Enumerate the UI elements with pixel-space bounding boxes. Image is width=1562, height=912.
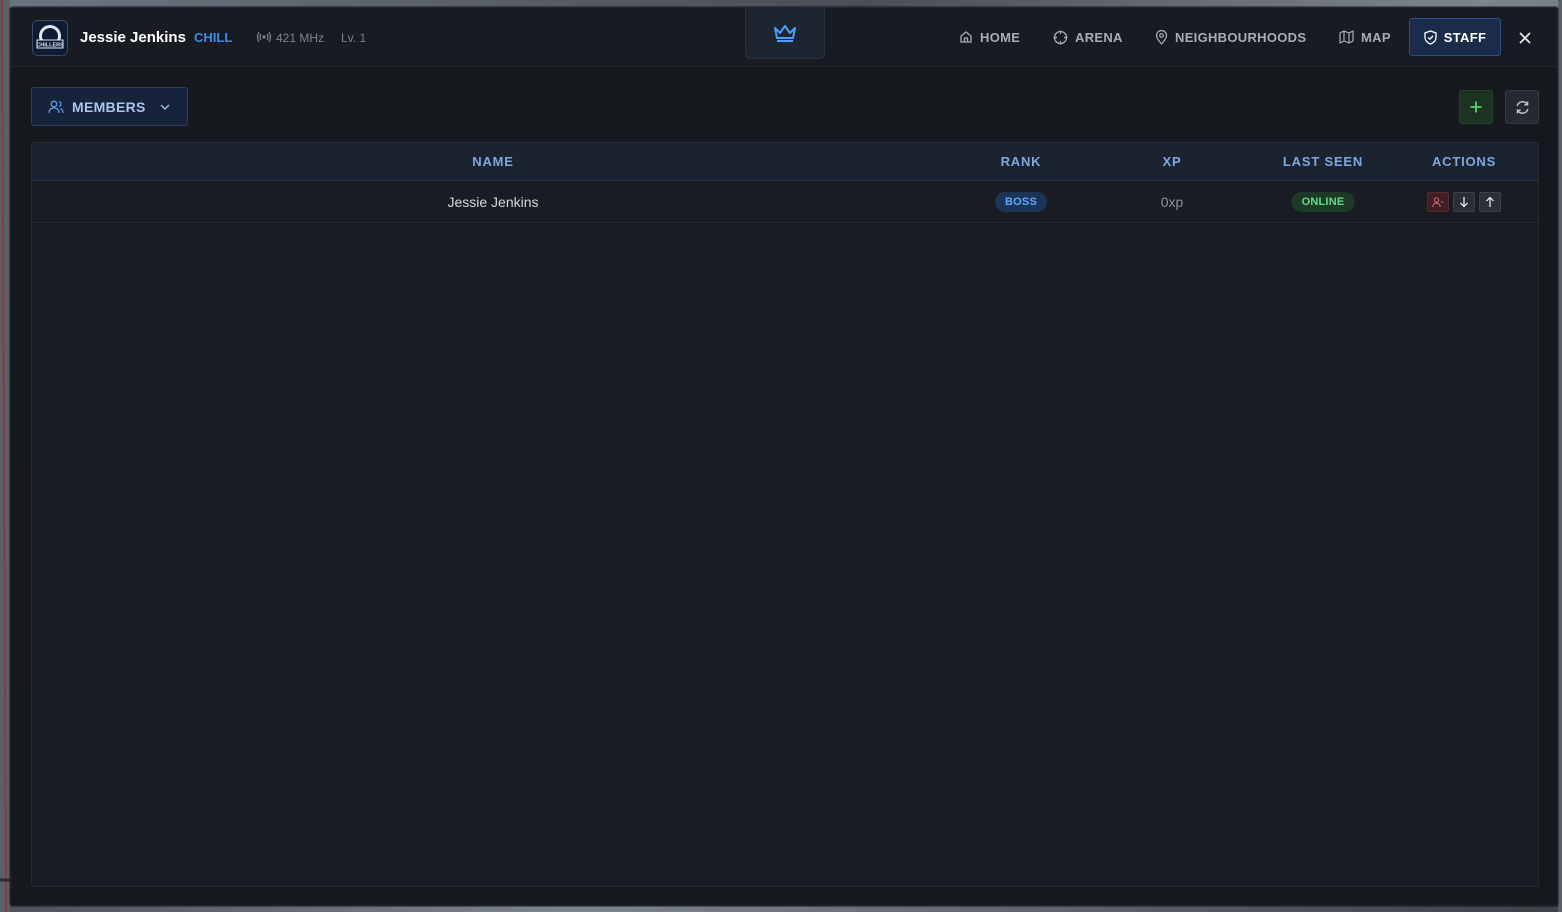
map-icon — [1339, 30, 1354, 44]
column-header-last-seen[interactable]: LAST SEEN — [1283, 154, 1363, 169]
nav-map[interactable]: MAP — [1329, 18, 1401, 56]
users-icon — [48, 100, 64, 113]
crosshair-icon — [1053, 30, 1068, 44]
nav-neighbourhoods-label: NEIGHBOURHOODS — [1175, 29, 1307, 45]
logo-text: CHILLERS — [36, 43, 64, 49]
column-header-xp[interactable]: XP — [1163, 154, 1182, 169]
plus-icon — [1470, 101, 1482, 113]
table-header: NAME RANK XP LAST SEEN ACTIONS — [32, 143, 1538, 181]
user-name: Jessie Jenkins — [80, 29, 186, 46]
nav-arena[interactable]: ARENA — [1043, 18, 1133, 56]
close-button[interactable] — [1514, 27, 1536, 49]
nav-staff-label: STAFF — [1443, 29, 1487, 45]
nav-staff[interactable]: STAFF — [1409, 18, 1501, 56]
arrow-down-icon — [1460, 197, 1468, 208]
home-icon — [960, 31, 972, 43]
demote-member-button[interactable] — [1453, 192, 1475, 212]
close-icon — [1519, 32, 1531, 44]
top-bar: CHILLERS Jessie Jenkins CHILL 421 MHz Lv… — [11, 8, 1557, 67]
nav-map-label: MAP — [1361, 29, 1391, 45]
chevron-down-icon — [160, 104, 170, 110]
user-remove-icon — [1432, 196, 1444, 207]
map-pin-icon — [1155, 29, 1168, 45]
add-member-button[interactable] — [1459, 90, 1493, 124]
radio-icon — [257, 31, 271, 43]
user-crew-tag: CHILL — [194, 30, 233, 45]
nav-arena-label: ARENA — [1075, 29, 1123, 45]
status-badge: ONLINE — [1291, 192, 1355, 212]
radio-frequency: 421 MHz — [276, 31, 325, 45]
arrow-up-icon — [1486, 196, 1494, 207]
members-dropdown[interactable]: MEMBERS — [31, 87, 188, 126]
rank-badge: BOSS — [995, 192, 1047, 212]
shield-icon — [1424, 29, 1437, 45]
refresh-button[interactable] — [1505, 90, 1539, 124]
crown-icon — [774, 25, 796, 42]
table-row[interactable]: Jessie Jenkins BOSS 0xp ONLINE — [32, 181, 1538, 223]
nav-home[interactable]: HOME — [949, 18, 1030, 56]
player-level: Lv. 1 — [341, 31, 367, 45]
member-name: Jessie Jenkins — [447, 194, 539, 210]
member-xp: 0xp — [1160, 194, 1184, 210]
nav-home-label: HOME — [980, 29, 1021, 45]
kick-member-button[interactable] — [1427, 192, 1449, 212]
promote-member-button[interactable] — [1479, 192, 1501, 212]
column-header-rank[interactable]: RANK — [1001, 154, 1042, 169]
members-table: NAME RANK XP LAST SEEN ACTIONS Jessie Je… — [31, 142, 1539, 887]
app-window: CHILLERS Jessie Jenkins CHILL 421 MHz Lv… — [10, 7, 1558, 906]
crew-logo: CHILLERS — [32, 20, 68, 56]
refresh-icon — [1516, 100, 1528, 114]
members-label: MEMBERS — [72, 98, 146, 115]
column-header-name[interactable]: NAME — [472, 154, 513, 169]
row-actions — [1427, 192, 1501, 212]
nav-neighbourhoods[interactable]: NEIGHBOURHOODS — [1145, 18, 1316, 56]
column-header-actions: ACTIONS — [1431, 154, 1497, 169]
crown-tab[interactable] — [745, 8, 825, 59]
